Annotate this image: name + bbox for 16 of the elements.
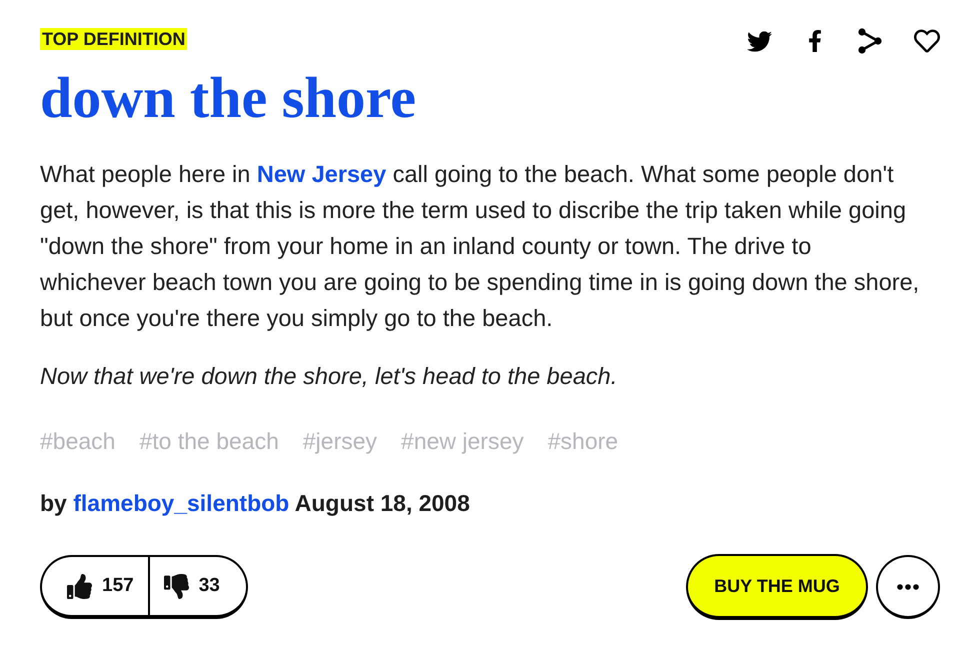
upvote-button[interactable]: 157 [42,557,148,615]
share-icon[interactable] [858,28,882,54]
definition-text: What people here in New Jersey call going to the beach. What some people don't get, however, is that this is more the term used to discribe the trip taken while going "down the shore" from your home in an inland county or town. The drive to whichever beach town you are going to be spending time in is going down the shore, but once you're there you simply go to the beach. [40,160,920,333]
more-icon [897,584,919,590]
example-sentence: Now that we're down the shore, let's head to the beach. [40,362,618,391]
heart-icon[interactable] [914,28,940,54]
author-link[interactable]: flameboy_silentbob [73,490,290,516]
twitter-icon[interactable] [747,28,772,54]
downvote-button[interactable]: 33 [148,557,246,615]
buy-mug-button[interactable]: BUY THE MUG [686,554,868,620]
meaning-link[interactable]: New Jersey [256,161,386,187]
word-title[interactable]: down the shore [40,66,416,130]
thumbs-up-icon [67,574,92,598]
byline: by flameboy_silentbob August 18, 2008 [40,489,470,518]
top-definition-badge: TOP DEFINITION [40,28,188,50]
thumbs-down-icon [164,574,189,598]
